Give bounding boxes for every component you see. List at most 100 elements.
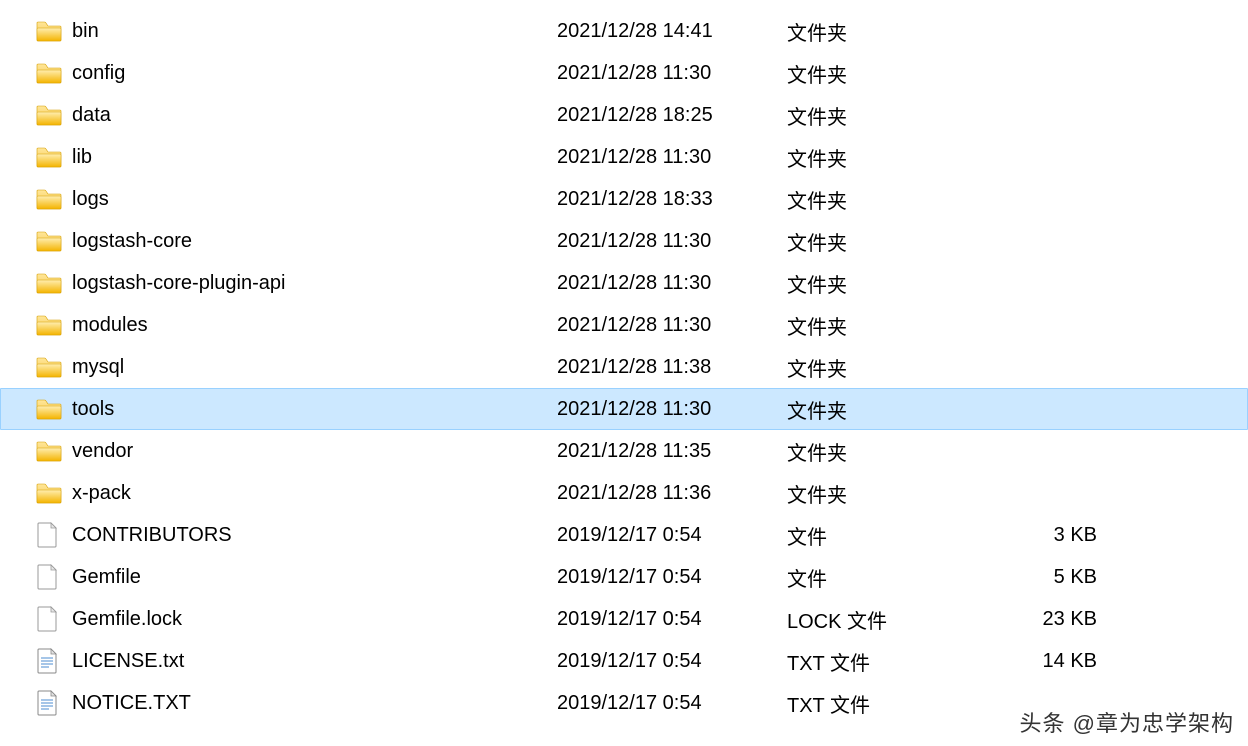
icon-cell xyxy=(36,272,72,294)
icon-cell xyxy=(36,690,72,716)
file-type: 文件夹 xyxy=(787,269,1017,298)
icon-cell xyxy=(36,188,72,210)
file-row[interactable]: Gemfile2019/12/17 0:54文件5 KB xyxy=(0,556,1248,598)
file-row[interactable]: data2021/12/28 18:25文件夹 xyxy=(0,94,1248,136)
file-row[interactable]: lib2021/12/28 11:30文件夹 xyxy=(0,136,1248,178)
file-date: 2021/12/28 11:30 xyxy=(557,230,787,253)
file-icon xyxy=(36,522,58,548)
file-row[interactable]: x-pack2021/12/28 11:36文件夹 xyxy=(0,472,1248,514)
file-row[interactable]: modules2021/12/28 11:30文件夹 xyxy=(0,304,1248,346)
file-name: modules xyxy=(72,314,557,337)
folder-icon xyxy=(36,230,62,252)
file-type: 文件夹 xyxy=(787,17,1017,46)
file-row[interactable]: LICENSE.txt2019/12/17 0:54TXT 文件14 KB xyxy=(0,640,1248,682)
watermark-text: 头条 @章为忠学架构 xyxy=(1016,704,1238,740)
file-date: 2019/12/17 0:54 xyxy=(557,566,787,589)
file-date: 2021/12/28 14:41 xyxy=(557,20,787,43)
file-type: 文件夹 xyxy=(787,437,1017,466)
folder-icon xyxy=(36,104,62,126)
file-date: 2019/12/17 0:54 xyxy=(557,524,787,547)
icon-cell xyxy=(36,20,72,42)
file-name: Gemfile.lock xyxy=(72,608,557,631)
file-name: logstash-core-plugin-api xyxy=(72,272,557,295)
file-date: 2021/12/28 11:36 xyxy=(557,482,787,505)
file-size: 23 KB xyxy=(1017,608,1107,631)
icon-cell xyxy=(36,606,72,632)
file-type: 文件夹 xyxy=(787,101,1017,130)
folder-icon xyxy=(36,314,62,336)
file-name: mysql xyxy=(72,356,557,379)
icon-cell xyxy=(36,356,72,378)
file-name: logs xyxy=(72,188,557,211)
file-size: 14 KB xyxy=(1017,650,1107,673)
file-type: TXT 文件 xyxy=(787,647,1017,676)
folder-icon xyxy=(36,356,62,378)
icon-cell xyxy=(36,522,72,548)
folder-icon xyxy=(36,482,62,504)
file-row[interactable]: tools2021/12/28 11:30文件夹 xyxy=(0,388,1248,430)
file-type: 文件夹 xyxy=(787,143,1017,172)
icon-cell xyxy=(36,440,72,462)
file-type: 文件夹 xyxy=(787,185,1017,214)
file-icon xyxy=(36,564,58,590)
file-date: 2021/12/28 11:30 xyxy=(557,62,787,85)
icon-cell xyxy=(36,648,72,674)
file-date: 2021/12/28 11:30 xyxy=(557,272,787,295)
icon-cell xyxy=(36,398,72,420)
file-name: bin xyxy=(72,20,557,43)
file-date: 2021/12/28 11:30 xyxy=(557,398,787,421)
file-row[interactable]: logs2021/12/28 18:33文件夹 xyxy=(0,178,1248,220)
file-date: 2019/12/17 0:54 xyxy=(557,650,787,673)
file-date: 2021/12/28 18:33 xyxy=(557,188,787,211)
file-row[interactable]: logstash-core2021/12/28 11:30文件夹 xyxy=(0,220,1248,262)
file-name: config xyxy=(72,62,557,85)
file-list[interactable]: bin2021/12/28 14:41文件夹 config2021/12/28 … xyxy=(0,0,1248,724)
file-name: Gemfile xyxy=(72,566,557,589)
icon-cell xyxy=(36,564,72,590)
file-row[interactable]: vendor2021/12/28 11:35文件夹 xyxy=(0,430,1248,472)
file-name: tools xyxy=(72,398,557,421)
file-name: logstash-core xyxy=(72,230,557,253)
folder-icon xyxy=(36,272,62,294)
file-type: TXT 文件 xyxy=(787,689,1017,718)
file-type: 文件夹 xyxy=(787,311,1017,340)
folder-icon xyxy=(36,398,62,420)
folder-icon xyxy=(36,62,62,84)
folder-icon xyxy=(36,146,62,168)
icon-cell xyxy=(36,482,72,504)
icon-cell xyxy=(36,314,72,336)
file-date: 2021/12/28 11:30 xyxy=(557,146,787,169)
file-date: 2021/12/28 11:38 xyxy=(557,356,787,379)
file-type: 文件 xyxy=(787,563,1017,592)
file-row[interactable]: logstash-core-plugin-api2021/12/28 11:30… xyxy=(0,262,1248,304)
icon-cell xyxy=(36,62,72,84)
file-date: 2019/12/17 0:54 xyxy=(557,608,787,631)
txt-file-icon xyxy=(36,648,58,674)
icon-cell xyxy=(36,104,72,126)
file-name: x-pack xyxy=(72,482,557,505)
txt-file-icon xyxy=(36,690,58,716)
file-size: 5 KB xyxy=(1017,566,1107,589)
file-row[interactable]: CONTRIBUTORS2019/12/17 0:54文件3 KB xyxy=(0,514,1248,556)
file-type: 文件夹 xyxy=(787,479,1017,508)
file-type: LOCK 文件 xyxy=(787,605,1017,634)
file-type: 文件夹 xyxy=(787,227,1017,256)
file-row[interactable]: Gemfile.lock2019/12/17 0:54LOCK 文件23 KB xyxy=(0,598,1248,640)
file-name: data xyxy=(72,104,557,127)
file-date: 2021/12/28 11:30 xyxy=(557,314,787,337)
file-icon xyxy=(36,606,58,632)
file-row[interactable]: bin2021/12/28 14:41文件夹 xyxy=(0,10,1248,52)
file-date: 2021/12/28 18:25 xyxy=(557,104,787,127)
folder-icon xyxy=(36,20,62,42)
file-name: lib xyxy=(72,146,557,169)
file-size: 3 KB xyxy=(1017,524,1107,547)
file-type: 文件 xyxy=(787,521,1017,550)
file-type: 文件夹 xyxy=(787,395,1017,424)
file-name: vendor xyxy=(72,440,557,463)
file-row[interactable]: config2021/12/28 11:30文件夹 xyxy=(0,52,1248,94)
file-row[interactable]: mysql2021/12/28 11:38文件夹 xyxy=(0,346,1248,388)
file-date: 2019/12/17 0:54 xyxy=(557,692,787,715)
icon-cell xyxy=(36,146,72,168)
file-type: 文件夹 xyxy=(787,353,1017,382)
folder-icon xyxy=(36,440,62,462)
